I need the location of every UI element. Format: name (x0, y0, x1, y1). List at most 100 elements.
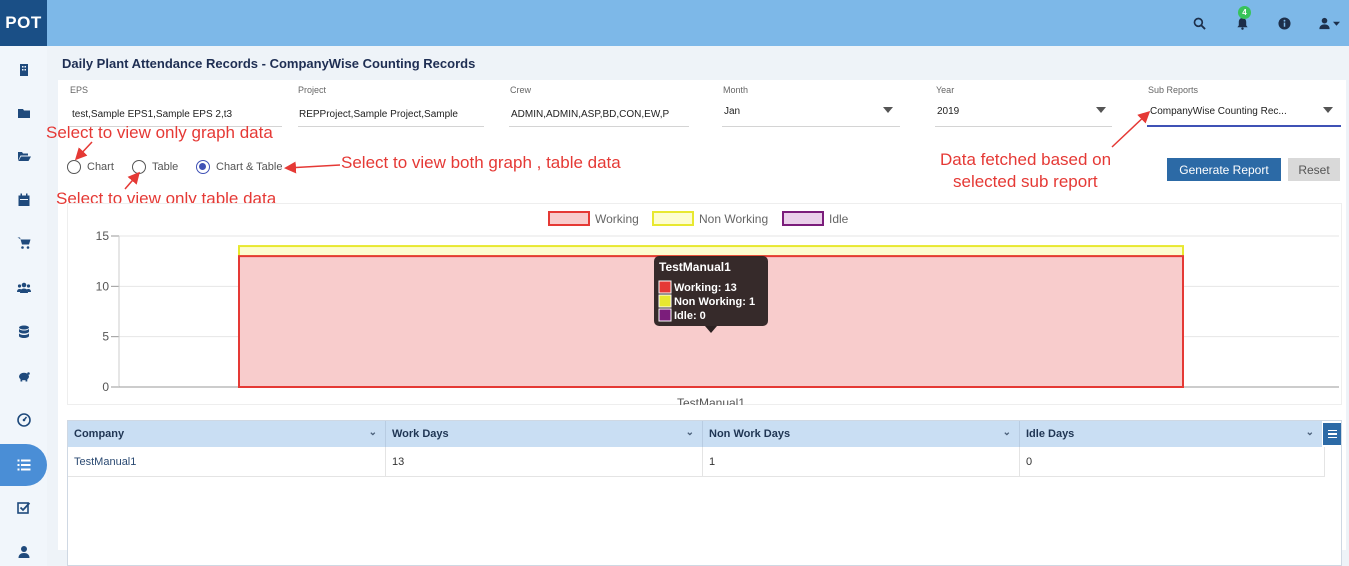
building-icon (19, 64, 28, 76)
attendance-chart: Working Non Working Idle 0 5 10 15 TestManual1 T… (96, 211, 1339, 405)
menu-icon-bar (1327, 429, 1337, 432)
bar-non-working (238, 245, 1184, 258)
user-menu-button[interactable] (1316, 14, 1342, 32)
column-header-label: Work Days (392, 428, 449, 440)
crew-field[interactable]: ADMIN,ADMIN,ASP,BD,CON,EW,P (511, 109, 689, 120)
chevron-down-icon[interactable]: ⌄ (1306, 427, 1314, 438)
x-tick-label: TestManual1 (677, 396, 745, 405)
dashboard-icon (16, 413, 31, 427)
y-tick-label: 10 (96, 279, 110, 293)
sidebar-item-folder[interactable] (0, 93, 47, 133)
caret-down-icon (1333, 21, 1340, 26)
page-title: Daily Plant Attendance Records - Company… (62, 56, 476, 71)
legend-label: Working (595, 212, 639, 226)
tooltip-swatch (658, 308, 672, 322)
eps-label: EPS (70, 85, 89, 95)
sidebar-item-dashboard[interactable] (0, 400, 47, 440)
cell-idle-days[interactable]: 0 (1020, 447, 1325, 477)
sidebar-item-folder-open[interactable] (0, 136, 47, 176)
folder-open-icon (17, 152, 31, 161)
table-header: Company ⌄ Work Days ⌄ Non Work Days ⌄ Id… (68, 421, 1322, 447)
sidebar-item-users[interactable] (0, 268, 47, 308)
tooltip-line: Non Working: 1 (674, 296, 755, 308)
sidebar-item-piggy-bank[interactable] (0, 356, 47, 396)
app-logo[interactable]: POT (0, 0, 47, 46)
info-icon (1277, 16, 1291, 30)
sidebar-item-cart[interactable] (0, 223, 47, 263)
tooltip-line: Working: 13 (674, 282, 737, 294)
database-icon (18, 325, 29, 338)
chart-table-radio[interactable] (196, 160, 210, 174)
column-header-label: Idle Days (1026, 428, 1075, 440)
tooltip-title: TestManual1 (659, 260, 731, 274)
cell-non-work-days[interactable]: 1 (703, 447, 1020, 477)
project-field[interactable]: REPProject,Sample Project,Sample (299, 109, 479, 120)
sub-reports-underline (1147, 125, 1341, 127)
sidebar-item-tasks[interactable] (0, 488, 47, 528)
annotation-fetched-line2: selected sub report (953, 172, 1098, 191)
generate-report-button[interactable]: Generate Report (1167, 158, 1281, 181)
sidebar-item-calendar[interactable] (0, 180, 47, 220)
month-underline (722, 126, 900, 127)
tooltip-line: Idle: 0 (674, 310, 706, 322)
chart-radio[interactable] (67, 160, 81, 174)
chart-table-radio-label[interactable]: Chart & Table (216, 161, 282, 173)
chevron-down-icon[interactable]: ⌄ (686, 427, 694, 438)
project-label: Project (298, 85, 327, 95)
column-header-label: Non Work Days (709, 428, 791, 440)
menu-icon-bar (1327, 436, 1337, 439)
chevron-down-icon[interactable]: ⌄ (369, 427, 377, 438)
menu-icon-bar (1327, 433, 1337, 435)
table-radio[interactable] (132, 160, 146, 174)
tooltip-swatch (658, 294, 672, 308)
search-button[interactable] (1190, 14, 1208, 32)
tooltip-swatch (658, 280, 672, 294)
annotation-both: Select to view both graph , table data (341, 153, 621, 172)
year-select[interactable]: 2019 (937, 106, 1097, 117)
cell-work-days[interactable]: 13 (386, 447, 703, 477)
piggy-bank-icon (18, 372, 30, 382)
sub-reports-select[interactable]: CompanyWise Counting Rec... (1150, 106, 1320, 117)
folder-icon (17, 109, 30, 118)
sidebar-item-reports[interactable] (0, 444, 47, 486)
legend-swatch (652, 211, 694, 226)
sidebar: POT (0, 0, 47, 566)
column-menu-button[interactable] (1323, 423, 1341, 445)
column-header-idle-days[interactable]: Idle Days ⌄ (1020, 421, 1322, 447)
y-tick-label: 5 (102, 330, 109, 344)
column-header-work-days[interactable]: Work Days ⌄ (386, 421, 703, 447)
reset-button[interactable]: Reset (1288, 158, 1340, 181)
legend-label: Idle (829, 212, 849, 226)
crew-label: Crew (510, 85, 532, 95)
search-icon (1193, 17, 1206, 30)
column-header-non-work-days[interactable]: Non Work Days ⌄ (703, 421, 1020, 447)
y-tick-label: 0 (102, 380, 109, 394)
sub-reports-label: Sub Reports (1148, 85, 1199, 95)
sub-reports-caret-icon[interactable] (1323, 107, 1333, 113)
project-underline (298, 126, 484, 127)
year-label: Year (936, 85, 955, 95)
chart-radio-label[interactable]: Chart (87, 161, 114, 173)
column-header-company[interactable]: Company ⌄ (68, 421, 386, 447)
year-underline (935, 126, 1112, 127)
sidebar-item-user[interactable] (0, 532, 47, 566)
list-icon (17, 459, 30, 471)
users-icon (16, 282, 31, 293)
y-tick-label: 15 (96, 229, 110, 243)
month-caret-icon[interactable] (883, 107, 893, 113)
table-radio-label[interactable]: Table (152, 161, 178, 173)
year-caret-icon[interactable] (1096, 107, 1106, 113)
month-select[interactable]: Jan (724, 106, 884, 117)
eps-field[interactable]: test,Sample EPS1,Sample EPS 2,t3 (72, 109, 282, 120)
cell-company[interactable]: TestManual1 (68, 447, 386, 477)
user-icon (1319, 17, 1330, 29)
sidebar-item-database[interactable] (0, 312, 47, 352)
sidebar-item-building[interactable] (0, 50, 47, 90)
month-label: Month (723, 85, 749, 95)
column-header-label: Company (74, 428, 125, 440)
check-square-icon (16, 502, 30, 514)
chevron-down-icon[interactable]: ⌄ (1003, 427, 1011, 438)
user-icon (18, 546, 29, 558)
info-button[interactable] (1275, 14, 1293, 32)
legend-label: Non Working (699, 212, 768, 226)
